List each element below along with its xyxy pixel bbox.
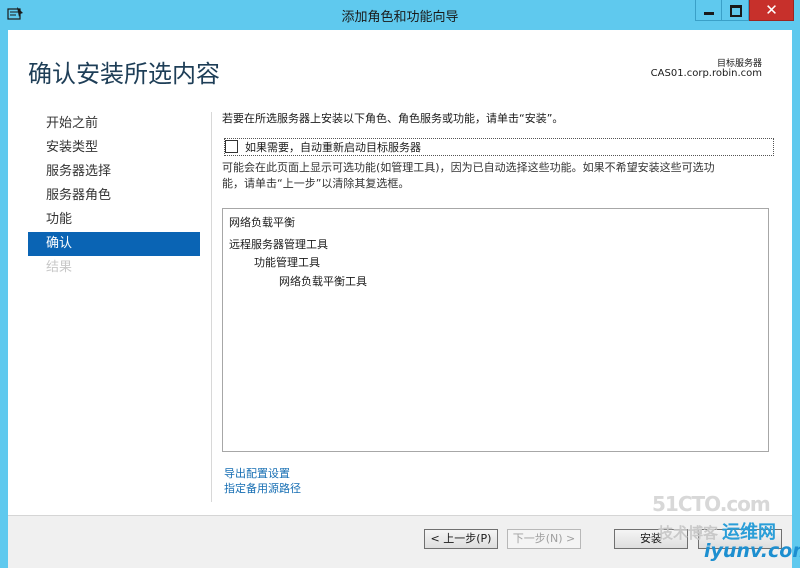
install-instruction: 若要在所选服务器上安装以下角色、角色服务或功能，请单击“安装”。 <box>222 112 564 125</box>
wizard-footer: < 上一步(P) 下一步(N) > 安装 <box>8 515 792 568</box>
alternate-source-link[interactable]: 指定备用源路径 <box>224 481 301 496</box>
previous-button[interactable]: < 上一步(P) <box>424 529 498 549</box>
note-line-2: 能，请单击“上一步”以清除其复选框。 <box>222 177 410 190</box>
nav-step-installation-type[interactable]: 安装类型 <box>28 136 200 160</box>
feature-item: 网络负载平衡 <box>229 216 295 229</box>
cancel-button[interactable] <box>698 529 782 549</box>
selected-features-list[interactable]: 网络负载平衡 远程服务器管理工具 功能管理工具 网络负载平衡工具 <box>222 208 769 452</box>
window-title: 添加角色和功能向导 <box>341 10 459 25</box>
nav-step-before-you-begin[interactable]: 开始之前 <box>28 112 200 136</box>
note-line-1: 可能会在此页面上显示可选功能(如管理工具)，因为已自动选择这些功能。如果不希望安… <box>222 161 715 174</box>
nav-step-results: 结果 <box>46 260 73 275</box>
maximize-button[interactable] <box>722 0 749 21</box>
restart-checkbox[interactable] <box>225 140 238 153</box>
nav-step-confirmation[interactable]: 确认 <box>28 232 200 256</box>
nav-step-server-selection[interactable]: 服务器选择 <box>28 160 200 184</box>
wizard-step-nav: 开始之前 安装类型 服务器选择 服务器角色 功能 确认 结果 <box>28 112 200 280</box>
optional-features-note: 可能会在此页面上显示可选功能(如管理工具)，因为已自动选择这些功能。如果不希望安… <box>222 160 782 192</box>
close-icon: ✕ <box>765 1 778 19</box>
config-links: 导出配置设置 指定备用源路径 <box>224 466 301 496</box>
page-title: 确认安装所选内容 <box>28 60 220 88</box>
close-button[interactable]: ✕ <box>749 0 794 21</box>
export-config-link[interactable]: 导出配置设置 <box>224 466 301 481</box>
next-button: 下一步(N) > <box>507 529 581 549</box>
nav-step-features[interactable]: 功能 <box>28 208 200 232</box>
restart-checkbox-row[interactable]: 如果需要，自动重新启动目标服务器 <box>224 138 774 156</box>
wizard-content: 确认安装所选内容 目标服务器 CAS01.corp.robin.com 开始之前… <box>8 30 792 515</box>
title-bar[interactable]: 添加角色和功能向导 ✕ <box>0 0 800 30</box>
minimize-button[interactable] <box>695 0 722 21</box>
nav-step-server-roles[interactable]: 服务器角色 <box>28 184 200 208</box>
restart-checkbox-label[interactable]: 如果需要，自动重新启动目标服务器 <box>245 139 421 155</box>
wizard-window: 添加角色和功能向导 ✕ 确认安装所选内容 目标服务器 CAS01.corp.ro… <box>0 0 800 568</box>
install-button[interactable]: 安装 <box>614 529 688 549</box>
feature-item: 网络负载平衡工具 <box>279 275 367 288</box>
nav-divider <box>211 112 212 502</box>
target-server-name: CAS01.corp.robin.com <box>650 68 762 79</box>
feature-item: 功能管理工具 <box>254 256 320 269</box>
feature-item: 远程服务器管理工具 <box>229 238 328 251</box>
